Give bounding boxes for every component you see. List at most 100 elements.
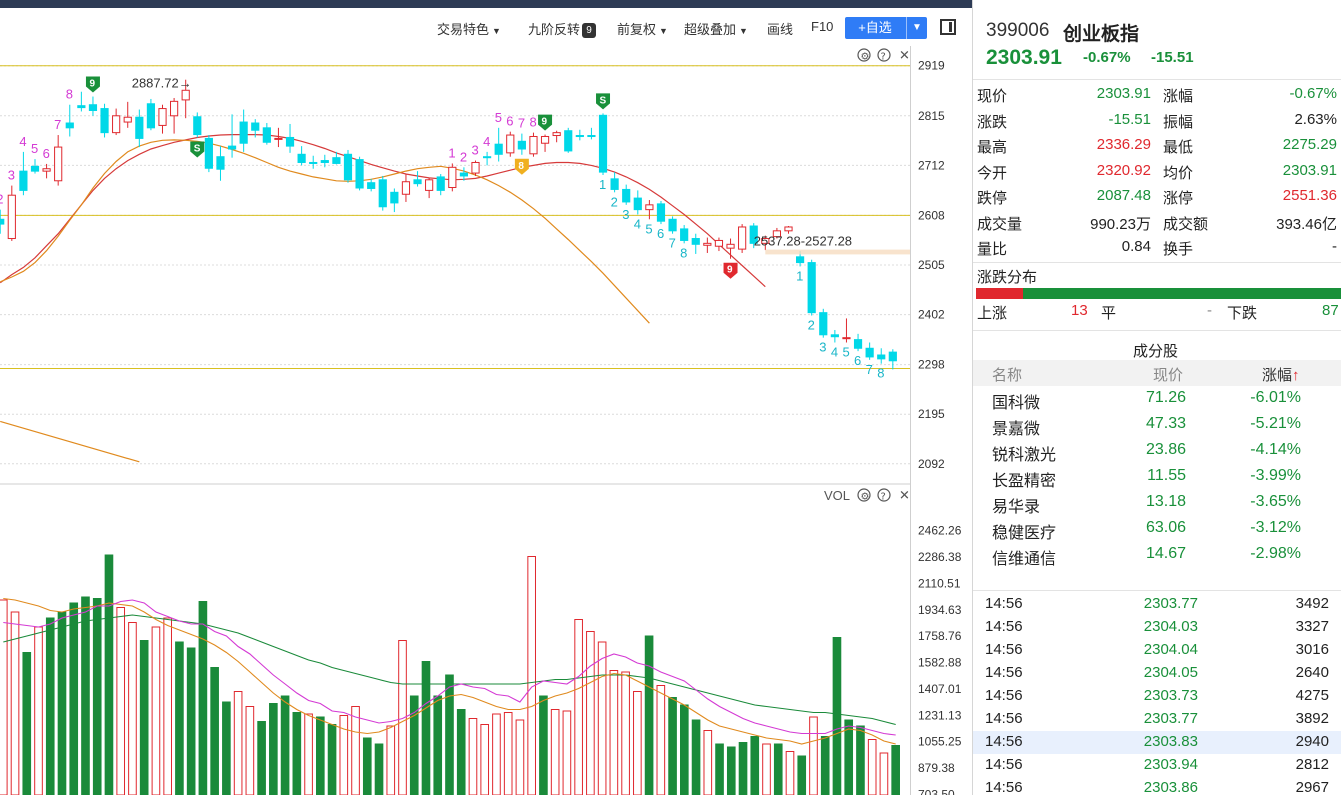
volume-bar[interactable] [785, 751, 795, 796]
volume-bar[interactable] [81, 596, 90, 795]
volume-bar[interactable] [292, 712, 302, 796]
volume-bar[interactable] [69, 602, 79, 795]
col-name-header[interactable]: 名称 [992, 364, 1022, 385]
volume-bar[interactable] [726, 746, 736, 795]
volume-bar[interactable] [856, 725, 865, 795]
candle-body[interactable] [691, 238, 700, 245]
trade-feature-dropdown[interactable]: 交易特色 ▼ [437, 19, 501, 38]
volume-bar[interactable] [492, 713, 501, 795]
volume-bar[interactable] [738, 742, 748, 796]
candle-body[interactable] [714, 239, 724, 247]
candle-body[interactable] [7, 194, 16, 240]
volume-bar[interactable] [480, 724, 490, 796]
volume-bar[interactable] [668, 697, 677, 796]
candle-body[interactable] [633, 197, 642, 211]
candle-body[interactable] [297, 153, 306, 163]
candle-body[interactable] [181, 89, 190, 101]
close-icon[interactable]: ✕ [899, 49, 910, 64]
volume-bar[interactable] [597, 641, 607, 795]
volume-bar[interactable] [151, 626, 161, 795]
volume-bar[interactable] [820, 736, 830, 796]
component-row[interactable]: 锐科激光 23.86 -4.14% [973, 441, 1341, 465]
candle-body[interactable] [471, 161, 480, 174]
component-row[interactable]: 长盈精密 11.55 -3.99% [973, 467, 1341, 491]
candle-body[interactable] [19, 170, 28, 191]
close-icon[interactable]: ✕ [899, 489, 910, 504]
candle-body[interactable] [343, 153, 353, 181]
candle-body[interactable] [123, 116, 132, 123]
volume-bar[interactable] [586, 631, 595, 796]
volume-bar[interactable] [198, 601, 208, 796]
volume-bar[interactable] [186, 647, 196, 795]
volume-bar[interactable] [139, 640, 149, 796]
candle-body[interactable] [158, 108, 167, 126]
volume-bar[interactable] [445, 674, 454, 795]
candle-body[interactable] [390, 191, 399, 204]
candle-body[interactable] [448, 166, 457, 189]
candle-body[interactable] [378, 179, 387, 208]
candle-body[interactable] [483, 156, 492, 159]
volume-bar[interactable] [644, 635, 654, 795]
candle-body[interactable] [598, 114, 608, 173]
volume-bar[interactable] [304, 713, 313, 795]
candle-body[interactable] [320, 160, 329, 163]
candle-body[interactable] [506, 134, 515, 154]
volume-bar[interactable] [891, 745, 900, 796]
volume-bar[interactable] [456, 709, 466, 796]
candle-body[interactable] [517, 140, 526, 150]
component-row[interactable]: 易华录 13.18 -3.65% [973, 493, 1341, 517]
volume-bar[interactable] [280, 695, 290, 795]
volume-bar[interactable] [809, 716, 818, 795]
candle-body[interactable] [888, 351, 897, 362]
volume-bar[interactable] [386, 725, 396, 795]
candle-body[interactable] [494, 143, 503, 155]
candle-body[interactable] [42, 168, 51, 172]
volume-bar[interactable] [92, 598, 102, 796]
volume-bar[interactable] [351, 706, 360, 796]
col-price-header[interactable]: 现价 [1153, 364, 1183, 385]
volume-bar[interactable] [245, 706, 255, 796]
component-row[interactable]: 国科微 71.26 -6.01% [973, 389, 1341, 413]
candle-body[interactable] [842, 337, 851, 340]
candle-body[interactable] [564, 130, 573, 152]
candle-body[interactable] [262, 127, 271, 143]
candle-body[interactable] [819, 312, 828, 336]
candle-body[interactable] [540, 135, 550, 144]
volume-bar[interactable] [550, 709, 560, 796]
chart-area[interactable]: 2919281527122608250524022298219520922345… [0, 46, 972, 795]
candle-body[interactable] [367, 182, 376, 189]
volume-bar[interactable] [867, 739, 877, 796]
candle-body[interactable] [795, 256, 805, 264]
volume-bar[interactable] [844, 719, 854, 795]
candle-body[interactable] [459, 172, 469, 177]
candle-body[interactable] [170, 100, 179, 117]
volume-bar[interactable] [680, 704, 689, 795]
volume-bar[interactable] [797, 755, 807, 795]
volume-bar[interactable] [57, 611, 67, 795]
candle-body[interactable] [65, 122, 74, 129]
volume-bar[interactable] [433, 695, 443, 795]
volume-bar[interactable] [116, 607, 126, 796]
candle-body[interactable] [204, 137, 213, 169]
volume-bar[interactable] [0, 599, 8, 795]
candle-body[interactable] [285, 136, 295, 147]
candle-body[interactable] [112, 115, 121, 134]
volume-bar[interactable] [222, 701, 231, 795]
volume-bar[interactable] [762, 743, 771, 795]
volume-bar[interactable] [175, 641, 184, 795]
candle-body[interactable] [239, 121, 248, 144]
candle-body[interactable] [853, 339, 863, 349]
volume-bar[interactable] [163, 617, 172, 795]
candle-body[interactable] [830, 334, 839, 338]
candle-body[interactable] [54, 146, 63, 182]
volume-bar[interactable] [468, 718, 478, 796]
volume-bar[interactable] [34, 626, 43, 795]
component-row[interactable]: 景嘉微 47.33 -5.21% [973, 415, 1341, 439]
candle-body[interactable] [622, 188, 631, 203]
candle-body[interactable] [680, 228, 689, 241]
candle-body[interactable] [146, 103, 156, 129]
volume-bar[interactable] [104, 554, 114, 795]
col-pct-header[interactable]: 涨幅↑ [1262, 364, 1300, 385]
candle-body[interactable] [645, 204, 654, 211]
volume-bar[interactable] [621, 671, 630, 795]
